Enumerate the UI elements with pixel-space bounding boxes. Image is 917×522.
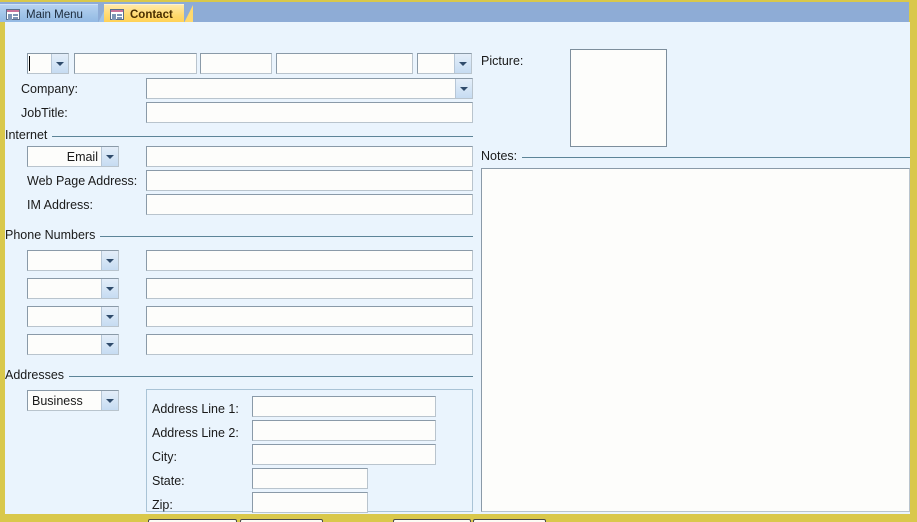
internet-section-label: Internet	[5, 128, 53, 142]
im-label: IM Address:	[27, 198, 93, 212]
zip-label: Zip:	[152, 498, 173, 512]
webpage-label: Web Page Address:	[27, 174, 138, 188]
phone-number-input-2[interactable]	[146, 278, 473, 299]
tab-contact-label: Contact	[130, 8, 173, 21]
addresses-section-label: Addresses	[5, 368, 70, 382]
address-line2-label: Address Line 2:	[152, 426, 239, 440]
first-name-input[interactable]	[74, 53, 197, 74]
chevron-down-icon[interactable]	[454, 54, 471, 73]
chevron-down-icon[interactable]	[101, 335, 118, 354]
address-line1-label: Address Line 1:	[152, 402, 239, 416]
chevron-down-icon[interactable]	[101, 251, 118, 270]
notes-label: Notes:	[481, 149, 523, 163]
address-line1-input[interactable]	[252, 396, 436, 417]
company-combo[interactable]	[146, 78, 473, 99]
phone-type-combo-1[interactable]	[27, 250, 119, 271]
contact-form-window: Main Menu Contact Company: JobTitle: Int…	[0, 0, 917, 522]
webpage-input[interactable]	[146, 170, 473, 191]
section-divider-line	[481, 157, 910, 158]
middle-name-input[interactable]	[200, 53, 272, 74]
text-cursor	[29, 56, 30, 71]
tab-strip: Main Menu Contact	[0, 0, 917, 25]
chevron-down-icon[interactable]	[101, 279, 118, 298]
title-combo[interactable]	[27, 53, 69, 74]
form-icon	[6, 9, 20, 20]
email-type-combo[interactable]: Email	[27, 146, 119, 167]
notes-section-header: Notes:	[481, 149, 910, 165]
form-canvas: Company: JobTitle: Internet Email Web Pa…	[0, 22, 917, 522]
city-label: City:	[152, 450, 177, 464]
state-input[interactable]	[252, 468, 368, 489]
tab-contact[interactable]: Contact	[104, 4, 193, 25]
tab-main-menu-label: Main Menu	[26, 8, 83, 21]
phone-number-input-4[interactable]	[146, 334, 473, 355]
addresses-section-header: Addresses	[5, 368, 473, 384]
suffix-combo[interactable]	[417, 53, 472, 74]
tab-strip-right-edge	[909, 2, 917, 24]
address-type-value: Business	[32, 393, 83, 408]
picture-label: Picture:	[481, 54, 524, 68]
chevron-down-icon[interactable]	[455, 79, 472, 98]
phone-number-input-1[interactable]	[146, 250, 473, 271]
chevron-down-icon[interactable]	[101, 391, 118, 410]
chevron-down-icon[interactable]	[51, 54, 68, 73]
zip-input[interactable]	[252, 492, 368, 513]
phones-section-header: Phone Numbers	[5, 228, 473, 244]
notes-textarea[interactable]	[481, 168, 910, 512]
city-input[interactable]	[252, 444, 436, 465]
phone-type-combo-3[interactable]	[27, 306, 119, 327]
phones-section-label: Phone Numbers	[5, 228, 101, 242]
phone-type-combo-2[interactable]	[27, 278, 119, 299]
phone-number-input-3[interactable]	[146, 306, 473, 327]
email-type-value: Email	[66, 149, 98, 164]
section-divider-line	[5, 376, 473, 377]
address-line2-input[interactable]	[252, 420, 436, 441]
jobtitle-label: JobTitle:	[21, 106, 68, 120]
email-input[interactable]	[146, 146, 473, 167]
phone-type-combo-4[interactable]	[27, 334, 119, 355]
im-input[interactable]	[146, 194, 473, 215]
internet-section-header: Internet	[5, 128, 473, 144]
form-body: Company: JobTitle: Internet Email Web Pa…	[0, 22, 917, 522]
jobtitle-input[interactable]	[146, 102, 473, 123]
address-type-combo[interactable]: Business	[27, 390, 119, 411]
last-name-input[interactable]	[276, 53, 413, 74]
tab-main-menu[interactable]: Main Menu	[0, 4, 107, 25]
chevron-down-icon[interactable]	[101, 307, 118, 326]
company-label: Company:	[21, 82, 78, 96]
form-icon	[110, 9, 124, 20]
state-label: State:	[152, 474, 185, 488]
chevron-down-icon[interactable]	[101, 147, 118, 166]
picture-frame[interactable]	[570, 49, 667, 147]
section-divider-line	[5, 136, 473, 137]
